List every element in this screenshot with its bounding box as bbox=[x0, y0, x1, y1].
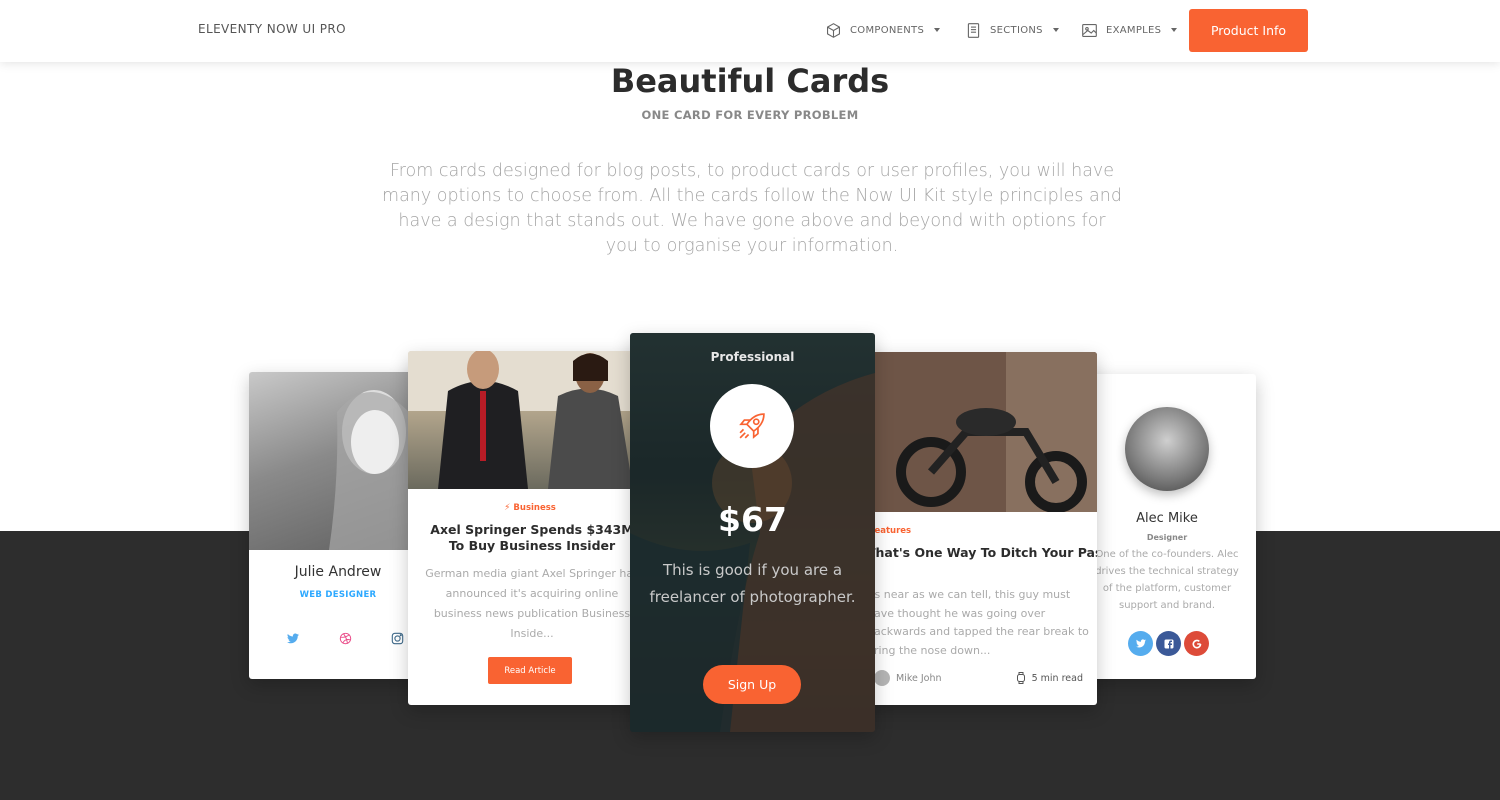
nav-examples[interactable]: EXAMPLES bbox=[1081, 18, 1178, 42]
blog-excerpt: German media giant Axel Springer has ann… bbox=[425, 567, 639, 640]
pricing-card: Professional $67 This is good if you are… bbox=[630, 333, 875, 732]
sign-up-button[interactable]: Sign Up bbox=[703, 665, 801, 704]
navbar: ELEVENTY NOW UI PRO COMPONENTS SECTIONS … bbox=[0, 0, 1500, 62]
profile-role: WEB DESIGNER bbox=[299, 590, 377, 600]
pricing-category: Professional bbox=[710, 350, 795, 364]
read-time-label: 5 min read bbox=[1031, 672, 1083, 684]
page-title: Beautiful Cards bbox=[610, 62, 890, 100]
author-name: Mike John bbox=[896, 672, 942, 684]
facebook-icon[interactable] bbox=[1156, 631, 1181, 656]
profile-card-alec: Alec Mike Designer One of the co-founder… bbox=[1078, 374, 1256, 679]
nav-examples-label: EXAMPLES bbox=[1106, 24, 1162, 36]
profile-role: Designer bbox=[1146, 533, 1188, 542]
chevron-down-icon bbox=[1052, 28, 1059, 32]
rocket-icon bbox=[739, 413, 765, 439]
blog-title[interactable]: Axel Springer Spends $343M To Buy Busine… bbox=[424, 522, 640, 554]
motorcycle-image bbox=[856, 352, 1097, 513]
profile-name: Julie Andrew bbox=[294, 564, 382, 580]
business-people-image bbox=[408, 351, 648, 489]
image-icon bbox=[1082, 23, 1097, 37]
chevron-down-icon bbox=[934, 28, 941, 32]
product-info-button[interactable]: Product Info bbox=[1189, 9, 1308, 52]
social-buttons bbox=[1128, 631, 1209, 656]
blog-image bbox=[408, 351, 648, 489]
price-amount: $67 bbox=[718, 500, 787, 539]
blog-category: ⚡ Business bbox=[408, 503, 648, 513]
chevron-down-icon bbox=[1171, 28, 1178, 32]
feature-card: Features That's One Way To Ditch Your Pa… bbox=[856, 352, 1097, 705]
blog-card: ⚡ Business Axel Springer Spends $343M To… bbox=[408, 351, 648, 705]
dribbble-icon[interactable] bbox=[337, 630, 353, 646]
nav-sections[interactable]: SECTIONS bbox=[965, 18, 1059, 42]
watch-icon bbox=[1016, 672, 1025, 684]
read-article-button[interactable]: Read Article bbox=[488, 657, 572, 684]
pricing-description: This is good if you are a freelancer of … bbox=[649, 561, 856, 606]
feature-title[interactable]: That's One Way To Ditch Your Passenger bbox=[867, 545, 1097, 561]
feature-body: Features That's One Way To Ditch Your Pa… bbox=[856, 512, 1097, 705]
blog-category-label: Business bbox=[513, 503, 556, 513]
avatar bbox=[1125, 407, 1209, 491]
profile-bio: One of the co-founders. Alec drives the … bbox=[1095, 549, 1239, 611]
twitter-icon[interactable] bbox=[1128, 631, 1153, 656]
author-avatar bbox=[874, 670, 890, 686]
nav-components-label: COMPONENTS bbox=[850, 24, 925, 36]
feature-image bbox=[856, 352, 1097, 513]
google-icon[interactable] bbox=[1184, 631, 1209, 656]
nav-components[interactable]: COMPONENTS bbox=[825, 18, 941, 42]
author[interactable]: Mike John bbox=[874, 670, 942, 686]
brand-link[interactable]: ELEVENTY NOW UI PRO bbox=[198, 22, 346, 36]
feature-category: Features bbox=[869, 526, 912, 536]
twitter-icon[interactable] bbox=[285, 630, 301, 646]
page-description: From cards designed for blog posts, to p… bbox=[382, 161, 1122, 256]
box-icon bbox=[826, 22, 841, 38]
trend-icon: ⚡ bbox=[504, 503, 511, 513]
read-time: 5 min read bbox=[1016, 672, 1083, 684]
document-icon bbox=[967, 22, 980, 38]
social-links bbox=[285, 630, 405, 646]
nav-sections-label: SECTIONS bbox=[990, 24, 1043, 36]
instagram-icon[interactable] bbox=[389, 630, 405, 646]
page-subtitle: ONE CARD FOR EVERY PROBLEM bbox=[641, 108, 859, 122]
profile-name: Alec Mike bbox=[1136, 511, 1198, 526]
feature-excerpt: As near as we can tell, this guy must ha… bbox=[867, 588, 1089, 657]
rocket-icon-circle bbox=[710, 384, 794, 468]
